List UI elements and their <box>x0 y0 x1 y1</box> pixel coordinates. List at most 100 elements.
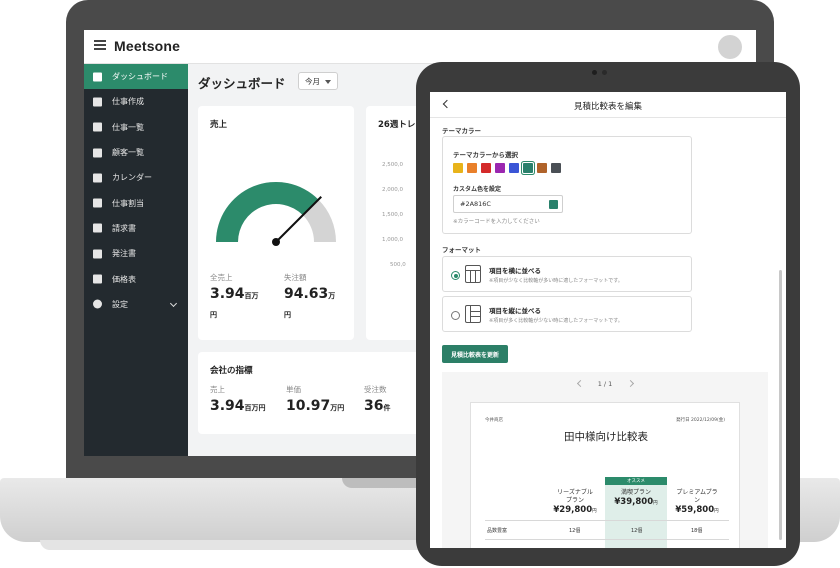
briefcase-plus-icon <box>93 97 102 107</box>
tablet-header: 見積比較表を編集 <box>430 92 786 118</box>
row-cell: 12個 <box>569 528 581 534</box>
sidebar-item-invoices[interactable]: 請求書 <box>84 216 188 241</box>
hamburger-menu-icon[interactable] <box>94 40 106 50</box>
color-swatch[interactable] <box>523 163 533 173</box>
sidebar-item-settings[interactable]: 設定 <box>84 292 188 317</box>
period-select[interactable]: 今月 <box>298 72 338 90</box>
sidebar-item-label: 仕事割当 <box>112 198 144 208</box>
calendar-icon <box>93 173 102 183</box>
plan-column: リーズナブル プラン ¥29,800円 <box>545 489 605 517</box>
sidebar-item-label: 請求書 <box>112 223 136 233</box>
format-radio-horizontal[interactable] <box>451 271 460 280</box>
sidebar: ダッシュボード 仕事作成 仕事一覧 顧客一覧 カレンダー 仕事割当 請求書 発注… <box>84 64 188 456</box>
kpi-orders-label: 受注数 <box>364 385 387 394</box>
row-cell: 12個 <box>631 528 643 534</box>
plan-name: プレミアムプラ <box>676 489 718 496</box>
gauge-pivot <box>272 238 280 246</box>
row-cell: 18個 <box>691 528 703 534</box>
user-avatar[interactable] <box>718 35 742 59</box>
total-sales-unit: 円 <box>210 311 217 319</box>
sidebar-item-price-list[interactable]: 価格表 <box>84 266 188 291</box>
page-title: ダッシュボード <box>198 76 286 91</box>
invoice-icon <box>93 223 102 233</box>
tablet-scrollbar[interactable] <box>779 270 782 540</box>
total-sales-value: 3.94百万 <box>210 286 259 302</box>
color-swatch[interactable] <box>495 163 505 173</box>
tag-icon <box>93 274 102 284</box>
chevron-down-icon <box>169 299 178 307</box>
kpi-sales-label: 売上 <box>210 385 225 394</box>
sidebar-item-create-job[interactable]: 仕事作成 <box>84 89 188 114</box>
doc-title: 田中様向け比較表 <box>564 431 648 443</box>
truck-icon <box>93 198 102 208</box>
page-indicator: 1 / 1 <box>597 380 613 388</box>
custom-color-input[interactable]: #2A816C <box>453 195 563 213</box>
plan-name: 満喫プラン <box>620 489 651 496</box>
top-bar: Meetsone <box>84 30 756 64</box>
sidebar-item-orders[interactable]: 発注書 <box>84 241 188 266</box>
sidebar-item-label: 顧客一覧 <box>112 148 144 158</box>
sidebar-item-label: 仕事作成 <box>112 97 144 107</box>
color-swatch[interactable] <box>453 163 463 173</box>
format-option-horizontal[interactable]: 項目を横に並べる ※項目が少なく比較軸が多い時に適したフォーマットです。 <box>442 256 692 292</box>
custom-color-label: カスタム色を設定 <box>453 186 502 193</box>
update-comparison-button[interactable]: 見積比較表を更新 <box>442 345 508 363</box>
format-option-title: 項目を縦に並べる <box>489 307 541 315</box>
sidebar-item-dashboard[interactable]: ダッシュボード <box>84 64 188 90</box>
sidebar-item-label: 設定 <box>112 299 128 309</box>
format-radio-vertical[interactable] <box>451 311 460 320</box>
plan-price: ¥39,800円 <box>614 497 658 507</box>
color-swatch[interactable] <box>481 163 491 173</box>
y-tick-label: 2,000,0 <box>382 187 403 193</box>
row-label: 品数豊富 <box>487 528 508 534</box>
doc-date: 発行日 2022/12/09(金) <box>676 418 725 423</box>
tablet-frame: 見積比較表を編集 テーマカラー テーマカラーから選択 カスタム色を設定 #2A8… <box>416 62 800 566</box>
color-swatch[interactable] <box>509 163 519 173</box>
theme-picker-label: テーマカラーから選択 <box>453 151 518 159</box>
sidebar-item-label: カレンダー <box>112 173 152 183</box>
plan-price: ¥29,800円 <box>553 505 597 515</box>
y-tick-label: 1,500,0 <box>382 212 403 218</box>
gauge-fill <box>216 181 319 242</box>
kpi-orders-value: 36件 <box>364 398 391 414</box>
recommended-column: オススメ <box>605 477 667 548</box>
gear-icon <box>93 299 102 309</box>
app-logo[interactable]: Meetsone <box>114 38 180 54</box>
theme-color-panel: テーマカラーから選択 カスタム色を設定 #2A816C ※カラーコードを入力して… <box>442 136 692 234</box>
tablet-page-title: 見積比較表を編集 <box>573 102 642 112</box>
color-swatch[interactable] <box>551 163 561 173</box>
kpi-card-title: 会社の指標 <box>210 366 253 376</box>
format-option-subtitle: ※項目が多く比較軸が少ない時に適したフォーマットです。 <box>489 318 623 324</box>
comparison-document: 今井商店 発行日 2022/12/09(金) 田中様向け比較表 オススメ リーズ… <box>470 402 740 548</box>
lost-amount-label: 失注額 <box>284 273 307 282</box>
sidebar-item-label: 発注書 <box>112 249 136 259</box>
sidebar-item-label: 価格表 <box>112 274 136 284</box>
briefcase-icon <box>93 122 102 132</box>
color-preview-chip <box>549 200 558 209</box>
plan-name: リーズナブル <box>557 489 593 496</box>
theme-color-section-label: テーマカラー <box>442 127 481 135</box>
sidebar-item-job-list[interactable]: 仕事一覧 <box>84 115 188 140</box>
sidebar-item-label: 仕事一覧 <box>112 122 144 132</box>
doc-company: 今井商店 <box>485 418 503 423</box>
format-option-vertical[interactable]: 項目を縦に並べる ※項目が多く比較軸が少ない時に適したフォーマットです。 <box>442 296 692 332</box>
plan-column: プレミアムプラ ン ¥59,800円 <box>667 489 727 517</box>
tablet-sensor <box>602 70 607 75</box>
table-divider <box>485 520 729 521</box>
sales-gauge <box>216 181 336 246</box>
lost-amount-value: 94.63万 <box>284 286 336 302</box>
rows-layout-icon <box>465 305 481 323</box>
plan-name: プラン <box>565 497 584 504</box>
color-swatch[interactable] <box>467 163 477 173</box>
tablet-camera <box>592 70 597 75</box>
contact-card-icon <box>93 148 102 158</box>
custom-color-value: #2A816C <box>460 200 491 208</box>
order-icon <box>93 249 102 259</box>
kpi-sales-value: 3.94百万円 <box>210 398 266 414</box>
sidebar-item-customers[interactable]: 顧客一覧 <box>84 140 188 165</box>
sidebar-item-calendar[interactable]: カレンダー <box>84 165 188 190</box>
total-sales-label: 全売上 <box>210 273 233 282</box>
format-option-subtitle: ※項目が少なく比較軸が多い時に適したフォーマットです。 <box>489 278 623 284</box>
sidebar-item-assign[interactable]: 仕事割当 <box>84 190 188 215</box>
color-swatch[interactable] <box>537 163 547 173</box>
